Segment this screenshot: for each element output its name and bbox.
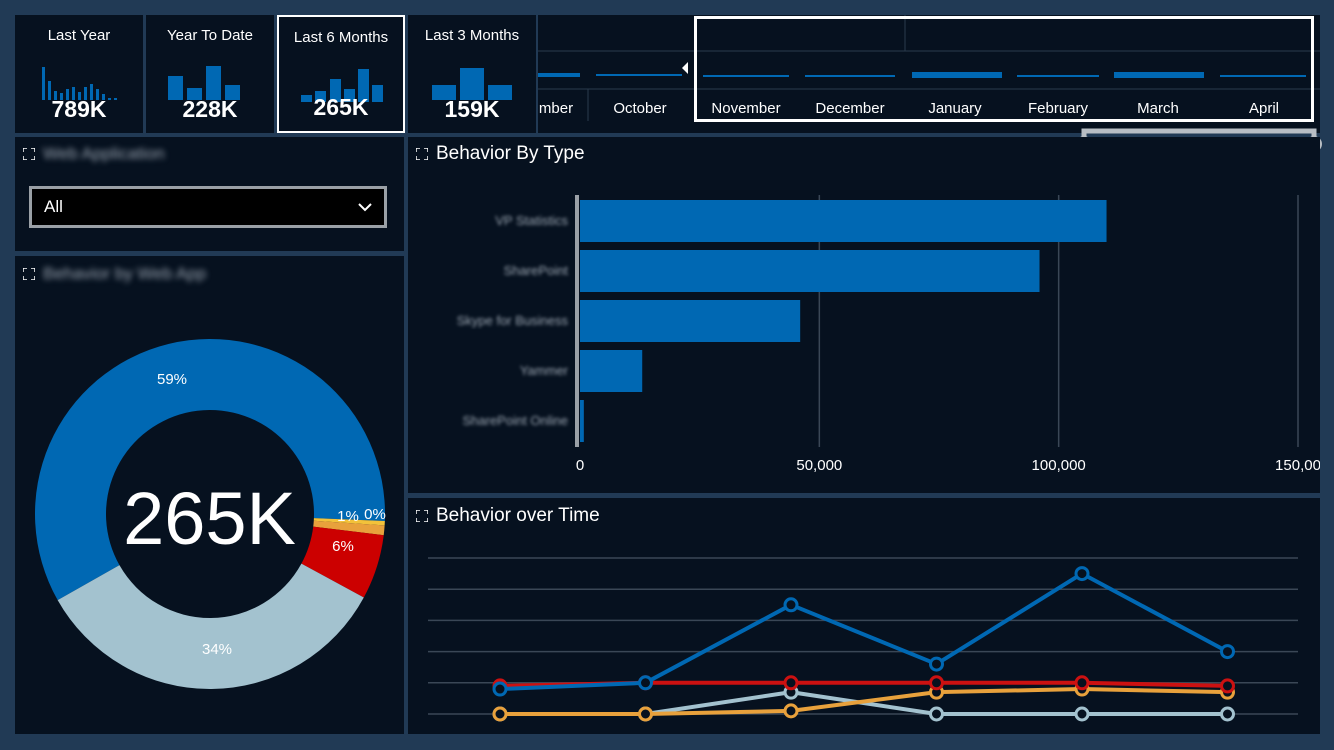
x-tick-label: 100,000: [1032, 457, 1086, 474]
bar-category-label: SharePoint Online: [462, 413, 568, 428]
series-line: [500, 687, 1228, 716]
filter-title-text: Web Application: [43, 144, 165, 163]
data-point: [783, 675, 799, 691]
data-point: [929, 706, 944, 722]
data-point: [492, 706, 508, 722]
kpi-title: Last 3 Months: [424, 27, 520, 44]
data-point: [1220, 644, 1235, 660]
kpi-tile-last-3-months[interactable]: Last 3 Months 159K: [408, 15, 536, 133]
kpi-value: 789K: [51, 96, 107, 122]
bar-category-label: Skype for Business: [457, 313, 569, 328]
data-point: [1220, 678, 1235, 694]
behavior-over-time-chart: [428, 557, 1298, 722]
series-line: [499, 571, 1229, 692]
data-point: [1074, 706, 1090, 722]
data-point: [783, 597, 799, 613]
behavior-over-time-panel: Behavior over Time: [408, 498, 1320, 734]
kpi-title: Last 6 Months: [293, 29, 389, 46]
bar: [580, 400, 584, 442]
timeline-slicer[interactable]: mber October November December January F…: [538, 15, 1320, 133]
donut-slice: [57, 563, 364, 689]
kpi-value: 265K: [313, 94, 369, 120]
web-application-select[interactable]: All: [29, 186, 387, 228]
chevron-down-icon: [358, 202, 372, 211]
x-tick-label: 150,00: [1275, 457, 1320, 474]
behavior-by-type-panel: Behavior By Type VP Statistics SharePoint…: [408, 137, 1320, 493]
data-point: [929, 675, 944, 691]
kpi-value: 228K: [182, 96, 238, 122]
data-point: [1074, 566, 1090, 582]
bar-category-label: SharePoint: [504, 263, 569, 278]
data-point: [783, 703, 799, 719]
data-point: [638, 706, 653, 722]
filter-panel-title: Web Application: [23, 144, 165, 164]
x-tick-label: 50,000: [796, 457, 842, 474]
donut-center-value: 265K: [123, 477, 296, 560]
web-application-filter-panel: Web Application All: [15, 137, 404, 251]
timeline-scroll-left-icon: [682, 62, 688, 74]
select-value: All: [44, 197, 63, 216]
data-point: [929, 656, 944, 672]
bar-category-label: Yammer: [520, 363, 569, 378]
timeline-month-october[interactable]: October: [590, 100, 690, 117]
timeline-month-september[interactable]: mber: [538, 100, 574, 117]
kpi-tile-last-6-months[interactable]: Last 6 Months 265K: [277, 15, 405, 133]
donut-slice-label: 34%: [202, 641, 232, 658]
kpi-title: Last Year: [47, 27, 111, 44]
data-point: [1220, 706, 1235, 722]
kpi-title: Year To Date: [167, 27, 253, 44]
bar-category-label: VP Statistics: [495, 213, 568, 228]
kpi-value: 159K: [444, 96, 500, 122]
bar: [580, 250, 1040, 292]
kpi-tile-last-year[interactable]: Last Year 789K: [15, 15, 143, 133]
behavior-by-type-chart: VP Statistics SharePoint Skype for Busines…: [457, 195, 1320, 474]
donut-slice-label: 59%: [157, 371, 187, 388]
expand-icon[interactable]: [23, 148, 35, 160]
bar: [580, 300, 801, 342]
bar: [580, 350, 643, 392]
data-point: [638, 675, 653, 691]
data-point: [492, 681, 508, 697]
kpi-tile-year-to-date[interactable]: Year To Date 228K: [146, 15, 274, 133]
data-point: [1074, 675, 1090, 691]
behavior-by-web-app-panel: Behavior by Web App 59% 0% 1% 6% 34% 265K: [15, 256, 404, 734]
bar: [580, 200, 1107, 242]
timeline-selection-box[interactable]: [694, 16, 1314, 122]
x-tick-label: 0: [576, 457, 584, 474]
